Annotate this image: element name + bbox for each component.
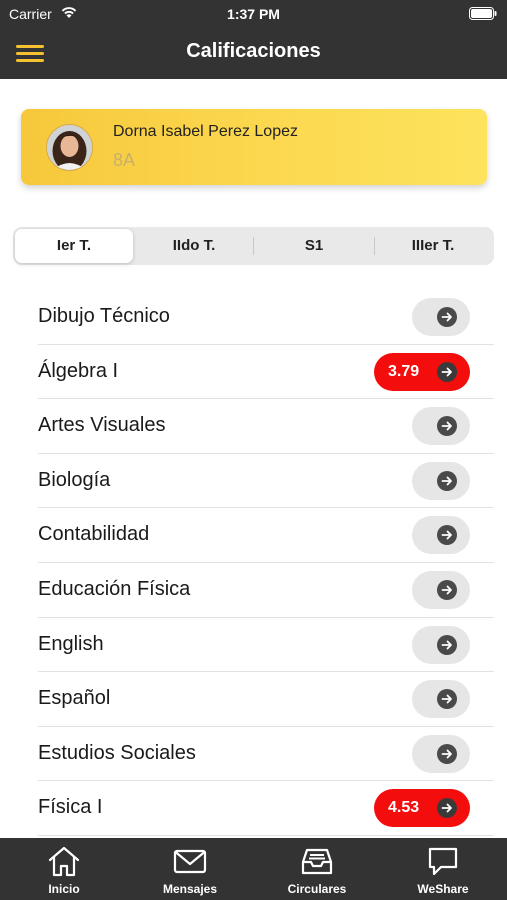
term-tab-s1[interactable]: S1 xyxy=(255,229,373,263)
subject-name: Artes Visuales xyxy=(38,414,166,437)
subject-list: Dibujo Técnico Álgebra I 3.79 Artes Visu… xyxy=(38,290,494,890)
subject-row[interactable]: Artes Visuales xyxy=(38,399,494,454)
arrow-right-circle-icon xyxy=(437,634,457,655)
grade-detail-button[interactable] xyxy=(412,625,470,664)
term-tab-2[interactable]: IIdo T. xyxy=(135,229,253,263)
grade-detail-button[interactable] xyxy=(412,734,470,773)
student-group: 8A xyxy=(113,150,136,170)
battery-icon xyxy=(469,7,497,23)
grade-detail-button[interactable] xyxy=(412,516,470,555)
subject-row[interactable]: Estudios Sociales xyxy=(38,727,494,782)
chat-bubble-icon xyxy=(425,845,461,877)
tab-label: WeShare xyxy=(417,882,469,896)
student-avatar xyxy=(46,124,93,171)
grade-detail-button[interactable] xyxy=(412,407,470,446)
grade-value: 3.79 xyxy=(388,362,420,380)
subject-row[interactable]: English xyxy=(38,618,494,673)
grade-detail-button[interactable]: 4.53 xyxy=(374,789,470,828)
subject-name: Educación Física xyxy=(38,577,191,600)
arrow-right-circle-icon xyxy=(437,689,457,710)
segment-divider xyxy=(253,237,254,255)
subject-name: Contabilidad xyxy=(38,523,150,546)
subject-row[interactable]: Español xyxy=(38,672,494,727)
app-header: Carrier 1:37 PM Calificaciones xyxy=(0,0,507,79)
subject-name: Español xyxy=(38,687,111,710)
tab-inicio[interactable]: Inicio xyxy=(1,838,127,900)
bottom-tab-bar: Inicio Mensajes Circulares WeShare xyxy=(0,838,507,900)
grade-detail-button[interactable] xyxy=(412,461,470,500)
subject-row[interactable]: Física I 4.53 xyxy=(38,781,494,836)
student-name: Dorna Isabel Perez Lopez xyxy=(113,123,298,140)
term-tab-3[interactable]: IIIer T. xyxy=(374,229,492,263)
arrow-right-circle-icon xyxy=(437,798,457,819)
subject-name: Estudios Sociales xyxy=(38,741,196,764)
term-tab-1[interactable]: Ier T. xyxy=(15,229,133,263)
arrow-right-circle-icon xyxy=(437,361,457,382)
tab-circulares[interactable]: Circulares xyxy=(254,838,380,900)
grade-detail-button[interactable]: 3.79 xyxy=(374,352,470,391)
grade-detail-button[interactable] xyxy=(412,680,470,719)
page-title: Calificaciones xyxy=(186,40,321,62)
subject-row[interactable]: Educación Física xyxy=(38,563,494,618)
subject-name: Álgebra I xyxy=(38,359,119,382)
grade-value: 4.53 xyxy=(388,799,420,817)
status-time: 1:37 PM xyxy=(227,6,280,22)
arrow-right-circle-icon xyxy=(437,579,457,600)
grade-detail-button[interactable] xyxy=(412,298,470,336)
subject-row[interactable]: Contabilidad xyxy=(38,508,494,563)
navigation-bar: Calificaciones xyxy=(0,28,507,79)
tab-label: Mensajes xyxy=(162,882,218,896)
tab-label: Inicio xyxy=(48,882,80,896)
arrow-right-circle-icon xyxy=(437,525,457,546)
subject-name: Dibujo Técnico xyxy=(38,305,170,327)
status-bar: Carrier 1:37 PM xyxy=(0,0,507,28)
grade-detail-button[interactable] xyxy=(412,570,470,609)
subject-row[interactable]: Biología xyxy=(38,454,494,509)
arrow-right-circle-icon xyxy=(437,470,457,491)
subject-name: English xyxy=(38,632,104,655)
subject-name: Física I xyxy=(38,796,103,819)
arrow-right-circle-icon xyxy=(437,743,457,764)
subject-name: Biología xyxy=(38,468,111,491)
inbox-tray-icon xyxy=(299,845,335,877)
tab-label: Circulares xyxy=(287,882,347,896)
arrow-right-circle-icon xyxy=(437,416,457,437)
subject-row[interactable]: Dibujo Técnico xyxy=(38,290,494,345)
envelope-icon xyxy=(172,845,208,877)
subject-row[interactable]: Álgebra I 3.79 xyxy=(38,345,494,400)
tab-weshare[interactable]: WeShare xyxy=(380,838,506,900)
arrow-right-circle-icon xyxy=(437,307,457,327)
home-icon xyxy=(46,845,82,877)
term-segmented-control: Ier T. IIdo T. S1 IIIer T. xyxy=(13,227,494,265)
student-card[interactable]: Dorna Isabel Perez Lopez 8A xyxy=(21,109,487,185)
tab-mensajes[interactable]: Mensajes xyxy=(127,838,253,900)
